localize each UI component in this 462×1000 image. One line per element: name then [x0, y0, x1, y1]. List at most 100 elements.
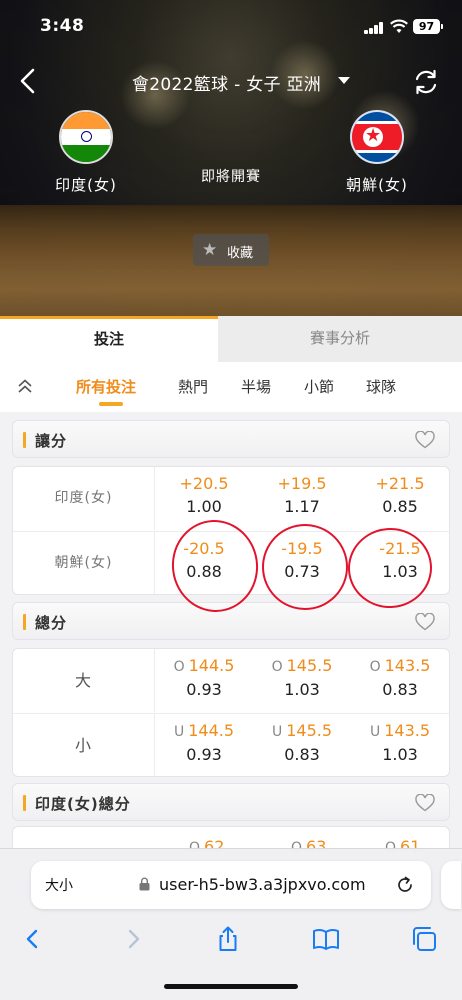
section-title: 讓分	[35, 432, 68, 450]
odds-cell[interactable]: O 145.5 1.03	[253, 655, 351, 707]
selection-label: 小	[13, 714, 155, 776]
section-title: 印度(女)總分	[35, 795, 131, 813]
odds-value: 1.03	[284, 680, 320, 699]
status-time: 3:48	[40, 16, 85, 36]
handicap-line: -20.5	[183, 539, 225, 558]
text-size-button[interactable]: 大小	[45, 875, 73, 895]
odds-cell[interactable]: -19.5 0.73	[253, 538, 351, 590]
odds-cell[interactable]: U 144.5 0.93	[155, 720, 253, 772]
total-line: 144.5	[188, 656, 235, 675]
share-icon[interactable]	[214, 925, 242, 953]
subtab-half-time[interactable]: 半場	[241, 376, 271, 397]
forward-icon[interactable]	[119, 925, 147, 953]
back-arrow-icon[interactable]	[14, 66, 44, 96]
market-row: 印度(女) +20.5 1.00 +19.5 1.17 +21.5 0.85	[13, 467, 449, 530]
tab-analysis[interactable]: 賽事分析	[218, 316, 462, 362]
odds-cell[interactable]: O 143.5 0.83	[351, 655, 449, 707]
team-total-section-header[interactable]: 印度(女)總分	[12, 783, 450, 821]
url-text[interactable]: user-h5-bw3.a3jpxvo.com	[159, 875, 366, 894]
heart-icon[interactable]	[415, 613, 435, 631]
home-team: 印度(女)	[31, 110, 141, 195]
refresh-icon[interactable]	[412, 68, 440, 96]
match-status: 即將開賽	[201, 169, 261, 185]
over-under-prefix: U	[173, 724, 185, 740]
odds-value: 0.83	[284, 745, 320, 764]
competition-title[interactable]: 會2022籃球 - 女子 亞洲	[132, 70, 332, 95]
total-section-header[interactable]: 總分	[12, 602, 450, 640]
heart-icon[interactable]	[415, 431, 435, 449]
section-accent-bar	[23, 795, 26, 811]
odds-value: 0.83	[382, 680, 418, 699]
page: 3:48 97 會2022籃球 - 女子 亞洲 印度(女) 即將開賽 ★ 朝鮮(…	[0, 0, 462, 1000]
odds-value: 1.00	[186, 497, 222, 516]
odds-value: 0.85	[382, 497, 418, 516]
india-flag-icon	[59, 110, 113, 164]
odds-cell[interactable]: -20.5 0.88	[155, 538, 253, 590]
over-under-prefix: O	[369, 659, 381, 675]
handicap-line: -21.5	[379, 539, 421, 558]
odds-value: 0.93	[186, 680, 222, 699]
home-indicator	[164, 984, 298, 989]
bet-category-tabs: 所有投注 熱門 半場 小節 球隊	[0, 362, 462, 412]
odds-cell[interactable]: U 145.5 0.83	[253, 720, 351, 772]
tab-bets[interactable]: 投注	[0, 316, 218, 362]
active-tab-indicator	[99, 402, 123, 406]
handicap-line: -19.5	[281, 539, 323, 558]
tabs-icon[interactable]	[410, 925, 438, 953]
over-under-prefix: O	[271, 659, 283, 675]
total-line: 145.5	[286, 656, 333, 675]
odds-cell[interactable]: +20.5 1.00	[155, 473, 253, 525]
wifi-icon	[390, 19, 408, 33]
subtab-quarter[interactable]: 小節	[304, 376, 334, 397]
total-line: 143.5	[384, 656, 431, 675]
away-team-name: 朝鮮(女)	[346, 176, 408, 194]
heart-icon[interactable]	[415, 794, 435, 812]
odds-cell[interactable]: O 144.5 0.93	[155, 655, 253, 707]
subtab-team[interactable]: 球隊	[366, 376, 396, 397]
market-row: 朝鮮(女) -20.5 0.88 -19.5 0.73 -21.5 1.03	[13, 531, 449, 594]
match-header: 3:48 97 會2022籃球 - 女子 亞洲 印度(女) 即將開賽 ★ 朝鮮(…	[0, 0, 462, 318]
odds-value: 1.17	[284, 497, 320, 516]
odds-cell[interactable]: +19.5 1.17	[253, 473, 351, 525]
odds-value: 1.03	[382, 562, 418, 581]
total-market: 大 O 144.5 0.93 O 145.5 1.03 O 143.5 0.83 小 U 14…	[12, 648, 450, 777]
handicap-line: +21.5	[375, 474, 425, 493]
over-under-prefix: U	[369, 724, 381, 740]
address-bar[interactable]: 大小 user-h5-bw3.a3jpxvo.com	[31, 861, 431, 909]
odds-value: 0.73	[284, 562, 320, 581]
subtab-popular[interactable]: 熱門	[178, 376, 208, 397]
total-line: 143.5	[384, 721, 431, 740]
odds-value: 0.88	[186, 562, 222, 581]
odds-cell[interactable]: -21.5 1.03	[351, 538, 449, 590]
dropdown-caret-icon[interactable]	[338, 77, 350, 84]
north-korea-flag-icon: ★	[350, 110, 404, 164]
away-team: ★ 朝鮮(女)	[322, 110, 432, 195]
handicap-market: 印度(女) +20.5 1.00 +19.5 1.17 +21.5 0.85 朝鮮(女…	[12, 466, 450, 595]
over-under-prefix: U	[271, 724, 283, 740]
top-nav: 會2022籃球 - 女子 亞洲	[0, 56, 462, 106]
battery-indicator: 97	[413, 19, 443, 34]
cellular-signal-icon	[364, 22, 384, 34]
reload-icon[interactable]	[395, 875, 415, 895]
selection-label: 印度(女)	[13, 467, 155, 530]
odds-value: 0.93	[186, 745, 222, 764]
home-team-name: 印度(女)	[55, 176, 117, 194]
odds-cell[interactable]: +21.5 0.85	[351, 473, 449, 525]
favorite-label: 收藏	[227, 246, 254, 261]
market-row: 大 O 144.5 0.93 O 145.5 1.03 O 143.5 0.83	[13, 649, 449, 712]
back-icon[interactable]	[19, 925, 47, 953]
handicap-line: +19.5	[277, 474, 327, 493]
handicap-section-header[interactable]: 讓分	[12, 420, 450, 458]
market-row: 小 U 144.5 0.93 U 145.5 0.83 U 143.5 1.03	[13, 713, 449, 776]
odds-value: 1.03	[382, 745, 418, 764]
main-tabs: 投注 賽事分析	[0, 316, 462, 362]
favorite-button[interactable]: ★ 收藏	[193, 234, 269, 266]
odds-cell[interactable]: U 143.5 1.03	[351, 720, 449, 772]
subtab-all-bets[interactable]: 所有投注	[76, 376, 136, 397]
star-icon: ★	[202, 240, 218, 260]
over-under-prefix: O	[173, 659, 185, 675]
section-accent-bar	[23, 432, 26, 448]
collapse-all-icon[interactable]	[16, 377, 34, 395]
next-tab-preview[interactable]	[441, 861, 461, 909]
bookmarks-icon[interactable]	[312, 925, 340, 953]
